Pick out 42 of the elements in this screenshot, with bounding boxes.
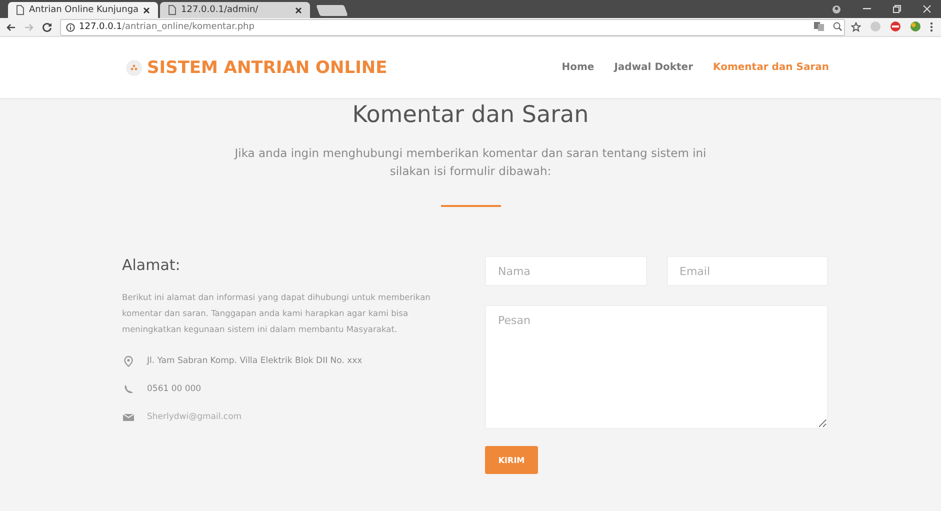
location-pin-icon: [124, 356, 133, 366]
close-icon: [295, 6, 302, 14]
intro-text: Jika anda ingin menghubungi memberikan komentar dan saran tentang sistem ini silakan isi formulir dibawah:: [233, 145, 708, 180]
address-bar[interactable]: 127.0.0.1/antrian_online/komentar.php: [60, 18, 845, 36]
name-field[interactable]: Nama: [485, 256, 646, 286]
nav-link[interactable]: Komentar dan Saran: [713, 62, 829, 73]
extension-icon: [870, 21, 881, 32]
reload-icon: [42, 22, 52, 32]
submit-button[interactable]: KIRIM: [485, 446, 538, 474]
page-icon: [16, 5, 24, 15]
page-heading: Komentar dan Saran: [352, 102, 589, 128]
adblock-icon: [890, 21, 901, 32]
phone-number: 0561 00 000: [147, 384, 202, 394]
page-icon: [168, 5, 176, 15]
menu-icon: [930, 22, 933, 32]
browser-tab[interactable]: 127.0.0.1/admin/: [160, 2, 310, 18]
url-text: 127.0.0.1/antrian_online/komentar.php: [79, 22, 254, 32]
description-text: Berikut ini alamat dan informasi yang dapat dihubungi untuk memberikan komentar dan saran. Tanggapan anda kami harapkan agar kami bisa meningkatkan kegunaan sistem ini dalam membantu Masyarakat.: [122, 291, 432, 336]
phone-icon: [124, 384, 134, 394]
translate-icon: [814, 22, 824, 31]
nav-link[interactable]: Jadwal Dokter: [614, 62, 694, 73]
star-icon: [851, 22, 861, 32]
browser-tab[interactable]: Antrian Online Kunjunga: [8, 2, 158, 18]
forward-arrow-icon: [24, 22, 34, 32]
address-text: Jl. Yam Sabran Komp. Villa Elektrik Blok DII No. xxx: [147, 356, 362, 366]
section-heading: Alamat:: [122, 256, 182, 274]
back-arrow-icon: [6, 22, 16, 32]
extension-icon: [910, 21, 921, 32]
close-icon: [923, 5, 931, 13]
profile-icon: [832, 4, 841, 14]
new-tab-button[interactable]: [316, 5, 348, 16]
close-icon: [143, 6, 150, 14]
minimize-icon: [863, 8, 871, 10]
nav-link[interactable]: Home: [562, 62, 594, 73]
zoom-icon: [833, 22, 842, 31]
email-field[interactable]: Email: [666, 256, 828, 286]
logo-icon: [126, 60, 142, 76]
envelope-icon: [123, 413, 134, 421]
site-title: SISTEM ANTRIAN ONLINE: [147, 58, 388, 78]
info-icon: [66, 22, 75, 32]
message-field[interactable]: Pesan: [485, 305, 828, 429]
restore-icon: [893, 5, 901, 13]
